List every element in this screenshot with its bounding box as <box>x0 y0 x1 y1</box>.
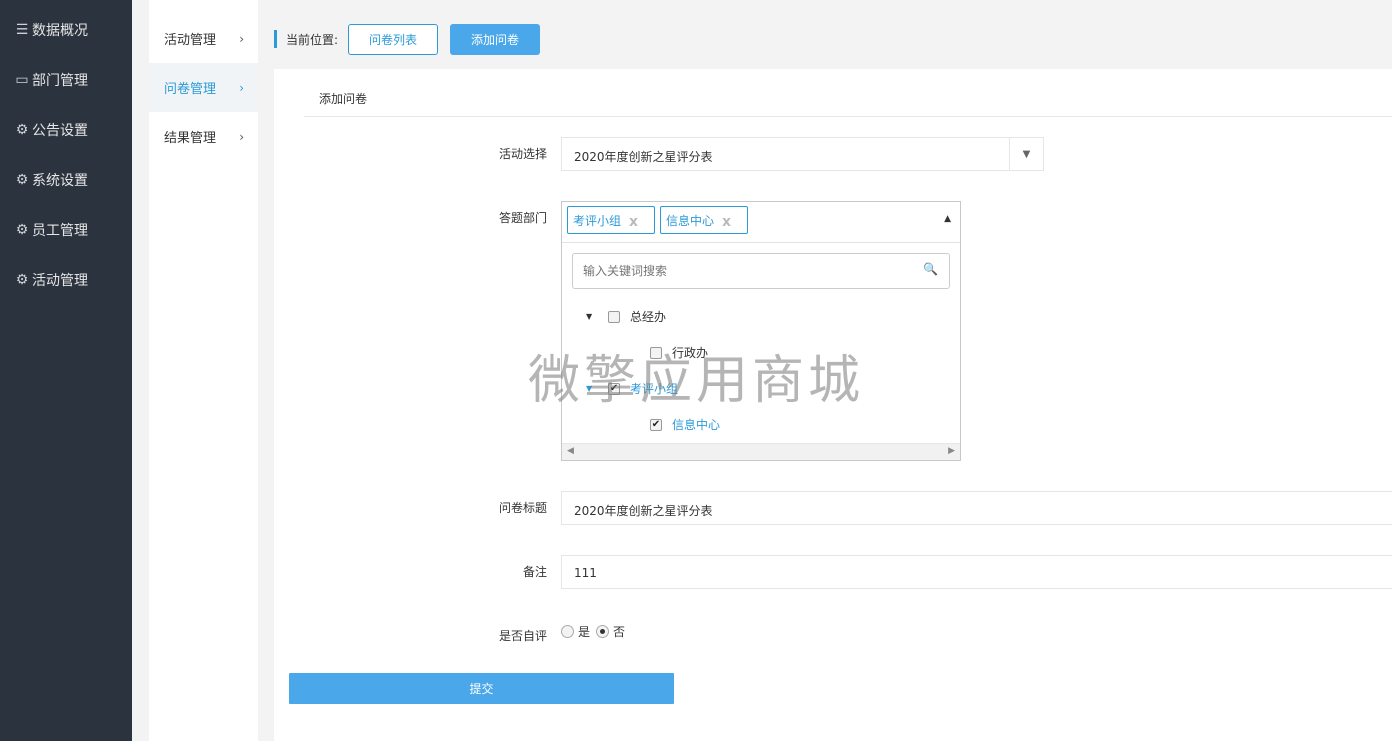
remark-field-value: 111 <box>574 566 597 580</box>
breadcrumb: 当前位置: 问卷列表 添加问卷 <box>258 0 1392 69</box>
department-search-input[interactable] <box>572 253 950 289</box>
selected-tag: 信息中心 x <box>660 206 748 234</box>
sidebar-item-label: 员工管理 <box>32 223 88 239</box>
add-questionnaire-button[interactable]: 添加问卷 <box>450 24 540 55</box>
self-eval-yes-radio[interactable] <box>561 625 574 638</box>
department-select-label: 答题部门 <box>498 211 547 225</box>
submenu-item-label: 问卷管理 <box>164 82 217 97</box>
gear-icon: ⚙ <box>15 272 29 288</box>
horizontal-scrollbar[interactable]: ◀ ▶ <box>562 443 960 460</box>
sidebar-item-label: 公告设置 <box>32 123 88 139</box>
form-panel: 添加问卷 活动选择 2020年度创新之星评分表 ▼ 答题部门 考评小组 x 信息… <box>274 69 1392 741</box>
gear-icon: ⚙ <box>15 122 29 138</box>
check-icon: ✔ <box>609 382 619 394</box>
self-eval-no-radio[interactable] <box>596 625 610 638</box>
tree-node[interactable]: 行政办 <box>650 344 708 361</box>
radio-label: 否 <box>613 625 626 639</box>
chevron-right-icon: › <box>239 80 244 95</box>
submenu-item-label: 活动管理 <box>164 33 217 48</box>
sidebar-item-label: 部门管理 <box>32 73 88 89</box>
divider <box>304 116 1392 117</box>
remark-field[interactable]: 111 <box>561 555 1392 589</box>
tree-node[interactable]: ▼ ✔ 考评小组 <box>586 380 678 397</box>
self-eval-radio-group: 是 否 <box>561 623 631 640</box>
submenu-item-results[interactable]: 结果管理 › <box>149 112 258 161</box>
sidebar-item-label: 数据概况 <box>32 23 88 39</box>
chevron-right-icon: › <box>239 31 244 46</box>
chevron-right-icon: › <box>239 129 244 144</box>
menu-icon: ☰ <box>15 22 29 38</box>
gear-icon: ⚙ <box>15 222 29 238</box>
caret-down-icon[interactable]: ▼ <box>586 384 598 393</box>
tree-checkbox[interactable] <box>608 310 620 323</box>
tree-node[interactable]: ✔ 信息中心 <box>650 416 720 433</box>
check-icon: ✔ <box>651 418 661 430</box>
caret-up-icon[interactable]: ▲ <box>944 214 951 224</box>
tree-checkbox[interactable]: ✔ <box>608 382 620 395</box>
close-icon[interactable]: x <box>629 214 638 230</box>
submenu-item-questionnaire[interactable]: 问卷管理 › <box>149 63 258 112</box>
gear-icon: ⚙ <box>15 172 29 188</box>
money-icon: ▭ <box>15 72 29 88</box>
sidebar-item-label: 系统设置 <box>32 173 88 189</box>
tag-label: 考评小组 <box>573 213 622 228</box>
search-icon: 🔍 <box>923 262 938 276</box>
radio-dot <box>600 629 606 634</box>
self-eval-label: 是否自评 <box>498 629 547 643</box>
submenu-item-activity[interactable]: 活动管理 › <box>149 14 258 63</box>
main-sidebar: ☰ 数据概况 ▭ 部门管理 ⚙ 公告设置 ⚙ 系统设置 ⚙ 员工管理 ⚙ 活动管… <box>0 0 132 741</box>
tree-node-label: 总经办 <box>630 310 667 324</box>
department-multiselect: 考评小组 x 信息中心 x ▲ 🔍 ▼ 总经办 行政办 <box>561 201 961 461</box>
sidebar-item-system[interactable]: ⚙ 系统设置 <box>0 155 132 205</box>
questionnaire-list-button[interactable]: 问卷列表 <box>348 24 438 55</box>
sidebar-item-data-overview[interactable]: ☰ 数据概况 <box>0 5 132 55</box>
title-field-label: 问卷标题 <box>498 501 547 515</box>
sidebar-item-activity[interactable]: ⚙ 活动管理 <box>0 255 132 305</box>
selected-tag: 考评小组 x <box>567 206 655 234</box>
sidebar-item-department[interactable]: ▭ 部门管理 <box>0 55 132 105</box>
tree-node-label: 信息中心 <box>672 418 721 432</box>
sidebar-item-staff[interactable]: ⚙ 员工管理 <box>0 205 132 255</box>
department-selected-tags[interactable]: 考评小组 x 信息中心 x ▲ <box>562 202 960 243</box>
sub-menu: 活动管理 › 问卷管理 › 结果管理 › <box>149 0 258 741</box>
close-icon[interactable]: x <box>722 214 731 230</box>
sidebar-gap <box>132 0 149 741</box>
tree-checkbox[interactable] <box>650 346 662 359</box>
breadcrumb-accent <box>274 30 277 48</box>
submit-button[interactable]: 提交 <box>289 673 674 704</box>
radio-label: 是 <box>578 625 591 639</box>
activity-select-label: 活动选择 <box>498 147 547 161</box>
tag-label: 信息中心 <box>666 213 715 228</box>
tree-node-label: 考评小组 <box>630 382 679 396</box>
chevron-down-icon[interactable]: ▼ <box>1009 138 1043 170</box>
scroll-left-icon[interactable]: ◀ <box>567 446 574 456</box>
remark-field-label: 备注 <box>522 565 547 579</box>
activity-select-value: 2020年度创新之星评分表 <box>574 150 713 164</box>
main-content: 当前位置: 问卷列表 添加问卷 添加问卷 活动选择 2020年度创新之星评分表 … <box>258 0 1392 741</box>
activity-select[interactable]: 2020年度创新之星评分表 ▼ <box>561 137 1044 171</box>
tree-node[interactable]: ▼ 总经办 <box>586 308 666 325</box>
submenu-item-label: 结果管理 <box>164 131 217 146</box>
sidebar-item-announcement[interactable]: ⚙ 公告设置 <box>0 105 132 155</box>
scroll-right-icon[interactable]: ▶ <box>948 446 955 456</box>
sidebar-item-label: 活动管理 <box>32 273 88 289</box>
title-field-value: 2020年度创新之星评分表 <box>574 504 713 518</box>
title-field[interactable]: 2020年度创新之星评分表 <box>561 491 1392 525</box>
tree-checkbox[interactable]: ✔ <box>650 418 662 431</box>
breadcrumb-label: 当前位置: <box>286 33 339 47</box>
tree-node-label: 行政办 <box>672 346 709 360</box>
caret-down-icon[interactable]: ▼ <box>586 312 598 321</box>
panel-title: 添加问卷 <box>319 92 368 106</box>
